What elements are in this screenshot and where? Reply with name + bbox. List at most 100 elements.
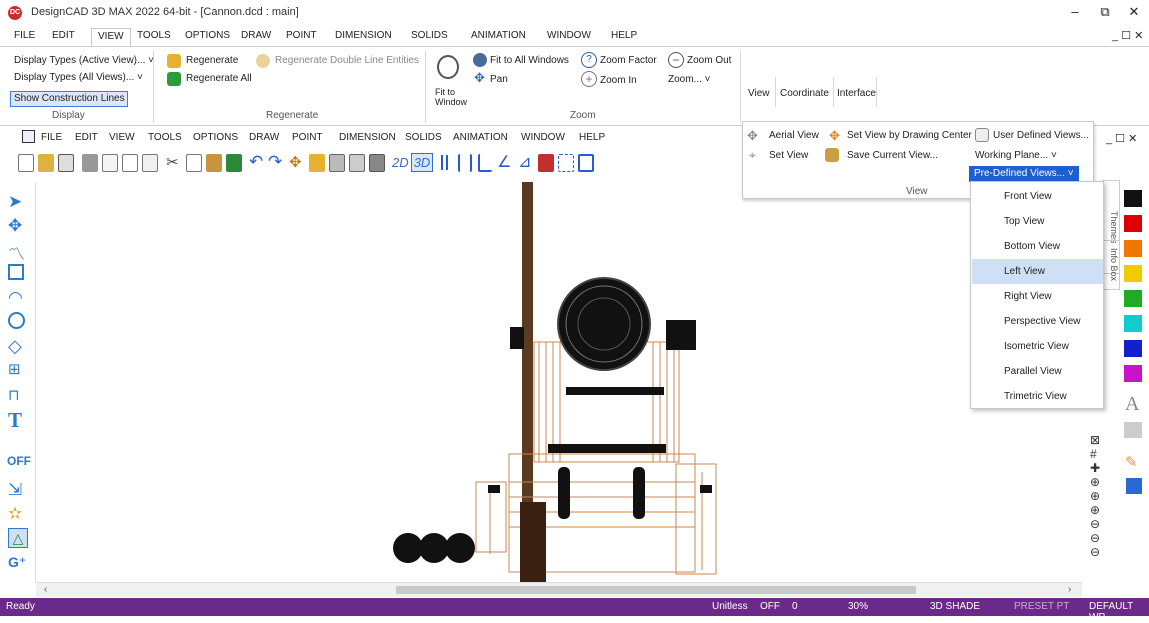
zoom-out-button[interactable]: Zoom Out — [687, 55, 731, 66]
pre-defined-views-dropdown[interactable]: Pre-Defined Views... ˅ — [969, 166, 1079, 182]
menu-help[interactable]: HELP — [579, 132, 605, 143]
new-file-icon[interactable] — [18, 154, 34, 172]
menu-solids[interactable]: SOLIDS — [405, 132, 442, 143]
tab-help[interactable]: HELP — [611, 28, 637, 46]
move-icon[interactable]: ✥ — [8, 216, 28, 236]
color-swatch-yellow[interactable] — [1124, 265, 1142, 282]
tab-dimension[interactable]: DIMENSION — [335, 28, 392, 46]
layer-icon[interactable] — [329, 154, 345, 172]
scroll-left-arrow[interactable]: ‹ — [44, 584, 47, 595]
color-swatch-orange[interactable] — [1124, 240, 1142, 257]
tab-options[interactable]: OPTIONS — [185, 28, 230, 46]
zoom-dropdown[interactable]: Zoom... ˅ — [668, 74, 711, 85]
arc-icon[interactable]: ◠ — [8, 288, 28, 308]
set-view-button[interactable]: Set View — [769, 150, 808, 161]
select-icon[interactable] — [558, 154, 574, 172]
cut-icon[interactable]: ✂ — [166, 153, 179, 171]
regenerate-button[interactable]: Regenerate — [186, 55, 238, 66]
menu-item-left-view[interactable]: Left View — [972, 259, 1103, 284]
menu-draw[interactable]: DRAW — [249, 132, 279, 143]
tab-window[interactable]: WINDOW — [547, 28, 591, 46]
menu-file[interactable]: FILE — [41, 132, 62, 143]
horizontal-scrollbar[interactable]: ‹ › — [36, 582, 1082, 597]
info-box-tab[interactable]: Info Box — [1102, 240, 1120, 290]
menu-item-perspective-view[interactable]: Perspective View — [972, 309, 1103, 334]
tab-file[interactable]: FILE — [14, 28, 35, 46]
fit-to-all-windows-button[interactable]: Fit to All Windows — [490, 55, 569, 66]
zoom-in-button[interactable]: Zoom In — [600, 75, 637, 86]
window-select-icon[interactable] — [578, 154, 594, 172]
status-workplane[interactable]: DEFAULT WP — [1089, 601, 1149, 623]
regenerate-toolbar-icon[interactable] — [309, 154, 325, 172]
paste-special-icon[interactable] — [226, 154, 242, 172]
working-plane-dropdown[interactable]: Working Plane... ˅ — [975, 150, 1057, 161]
color-swatch-green[interactable] — [1124, 290, 1142, 307]
minimize-button[interactable]: – — [1063, 2, 1087, 22]
triangle-icon[interactable]: ⊿ — [518, 152, 531, 172]
mode-3d-button[interactable]: 3D — [411, 153, 433, 172]
open-file-icon[interactable] — [38, 154, 54, 172]
pointer-icon[interactable]: ➤ — [8, 192, 28, 212]
color-swatch-blue[interactable] — [1124, 340, 1142, 357]
zoom-tool-column[interactable]: ⊠ # ✚ ⊕ ⊕ ⊕ ⊖ ⊖ ⊖ — [1090, 433, 1100, 559]
tab-tools[interactable]: TOOLS — [137, 28, 171, 46]
color-swatch-black[interactable] — [1124, 190, 1142, 207]
status-snap[interactable]: OFF — [760, 601, 780, 612]
dimension-icon[interactable]: ⊓ — [8, 386, 28, 406]
tab-edit[interactable]: EDIT — [52, 28, 75, 46]
status-preset[interactable]: PRESET PT — [1014, 601, 1069, 612]
page-setup-icon[interactable] — [142, 154, 158, 172]
regenerate-double-line-button[interactable]: Regenerate Double Line Entities — [275, 55, 419, 66]
layer-icon-right[interactable] — [1124, 422, 1142, 438]
tab-point[interactable]: POINT — [286, 28, 317, 46]
zoom-factor-button[interactable]: Zoom Factor — [600, 55, 657, 66]
user-defined-views-button[interactable]: User Defined Views... — [993, 130, 1089, 141]
pause-icon[interactable] — [441, 155, 443, 170]
interface-group-button[interactable]: Interface — [837, 88, 876, 99]
scroll-right-arrow[interactable]: › — [1068, 584, 1071, 595]
menu-edit[interactable]: EDIT — [75, 132, 98, 143]
color-swatch-cyan[interactable] — [1124, 315, 1142, 332]
horizontal-scroll-thumb[interactable] — [396, 586, 916, 594]
preview-icon[interactable] — [122, 154, 138, 172]
menu-item-trimetric-view[interactable]: Trimetric View — [972, 384, 1103, 409]
tab-view[interactable]: VIEW — [91, 28, 131, 46]
group-icon[interactable] — [538, 154, 554, 172]
paste-icon[interactable] — [206, 154, 222, 172]
color-swatch-magenta[interactable] — [1124, 365, 1142, 382]
menu-tools[interactable]: TOOLS — [148, 132, 182, 143]
box-icon[interactable] — [8, 264, 24, 280]
cursor-snap-icon[interactable]: ⇲ — [8, 480, 28, 500]
inner-window-controls[interactable]: _ ☐ ✕ — [1106, 132, 1137, 145]
print-icon[interactable] — [82, 154, 98, 172]
status-shade[interactable]: 3D SHADE — [930, 601, 980, 612]
menu-item-front-view[interactable]: Front View — [972, 184, 1103, 209]
text-icon[interactable]: T — [8, 408, 28, 432]
redo-icon[interactable]: ↷ — [268, 152, 282, 172]
menu-animation[interactable]: ANIMATION — [453, 132, 508, 143]
display-types-all-dropdown[interactable]: Display Types (All Views)... ˅ — [14, 72, 143, 83]
menu-options[interactable]: OPTIONS — [193, 132, 238, 143]
ortho-icon[interactable] — [478, 154, 492, 172]
polygon-icon[interactable]: ◇ — [8, 336, 28, 356]
set-view-by-drawing-center-button[interactable]: Set View by Drawing Center — [847, 130, 972, 141]
triangle-tool-icon[interactable]: △ — [8, 528, 28, 548]
tab-draw[interactable]: DRAW — [241, 28, 271, 46]
undo-icon[interactable]: ↶ — [249, 152, 263, 172]
color-swatch-red[interactable] — [1124, 215, 1142, 232]
font-icon[interactable]: A — [1125, 393, 1139, 416]
star-icon[interactable]: ✫ — [8, 504, 28, 524]
pan-button[interactable]: Pan — [490, 74, 508, 85]
regenerate-all-button[interactable]: Regenerate All — [186, 73, 252, 84]
menu-item-top-view[interactable]: Top View — [972, 209, 1103, 234]
restore-button[interactable]: ⧉ — [1093, 2, 1117, 22]
view-group-button[interactable]: View — [748, 88, 770, 99]
close-button[interactable]: ✕ — [1122, 2, 1146, 22]
array-icon[interactable]: ⊞ — [8, 360, 28, 380]
polyline-icon[interactable]: 〽 — [8, 240, 28, 264]
save-icon[interactable] — [58, 154, 74, 172]
menu-point[interactable]: POINT — [292, 132, 323, 143]
coordinate-group-button[interactable]: Coordinate — [780, 88, 829, 99]
display-types-active-dropdown[interactable]: Display Types (Active View)... ˅ — [14, 55, 154, 66]
grid-icon[interactable] — [458, 154, 472, 172]
